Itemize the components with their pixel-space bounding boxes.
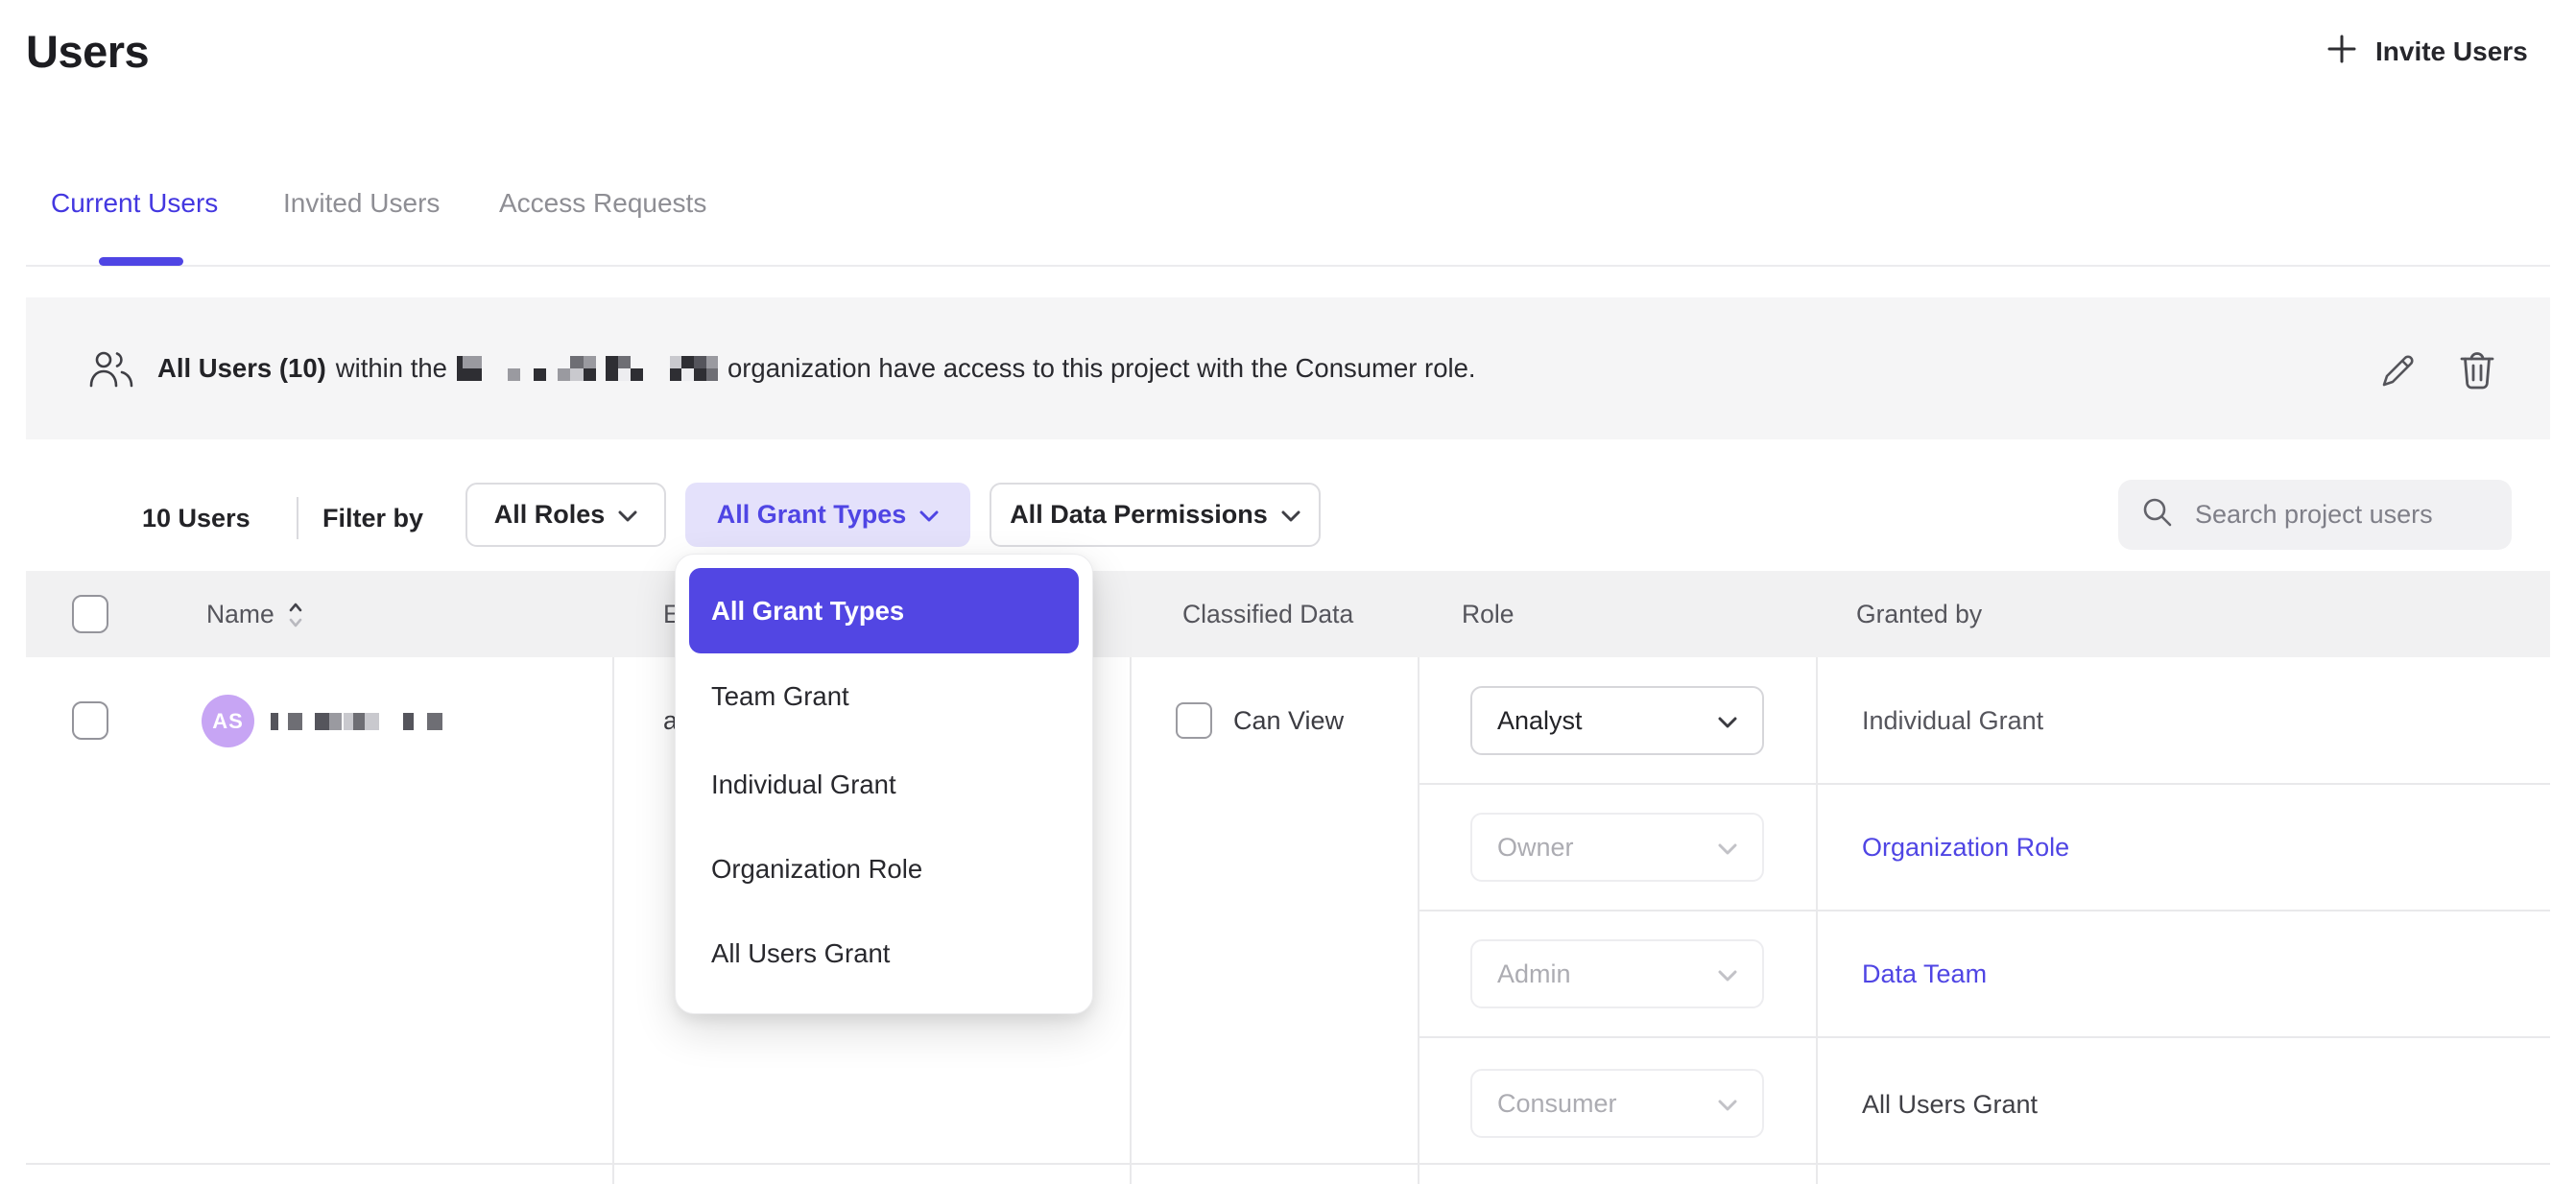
select-all-checkbox[interactable] [72,595,108,633]
column-header-name[interactable]: Name [206,602,274,628]
role-select-value: Owner [1497,833,1574,863]
dropdown-item-all-users-grant[interactable]: All Users Grant [711,938,890,969]
edit-banner-button[interactable] [2377,349,2420,396]
row-divider [26,1163,2550,1165]
people-icon [87,349,135,394]
chevron-down-icon [1718,706,1737,736]
grant-row-divider [1418,783,2550,785]
role-select-value: Consumer [1497,1089,1617,1119]
banner-text-after: organization have access to this project… [727,353,1476,384]
search-box [2118,480,2512,550]
row-checkbox[interactable] [72,701,108,740]
all-grant-types-label: All Grant Types [717,500,907,530]
banner-bold-text: All Users (10) [157,353,326,384]
filter-divider [297,497,298,539]
all-data-permissions-label: All Data Permissions [1010,500,1268,530]
chevron-down-icon [919,500,939,530]
chevron-down-icon [1718,833,1737,863]
all-users-banner: All Users (10) within the organization h… [26,297,2550,439]
role-select-consumer: Consumer [1470,1069,1764,1138]
trash-icon [2459,379,2495,395]
invite-users-button[interactable]: Invite Users [2326,33,2528,70]
column-header-classified-data[interactable]: Classified Data [1182,602,1353,628]
redacted-org-name [457,356,718,381]
column-header-role[interactable]: Role [1462,602,1515,628]
chevron-down-icon [618,500,637,530]
search-icon [2141,496,2174,533]
dropdown-item-individual-grant[interactable]: Individual Grant [711,770,896,800]
users-page: Users Invite Users Current Users Invited… [0,0,2576,1184]
active-tab-indicator [99,257,183,266]
granted-by-organization-role-link[interactable]: Organization Role [1862,835,2069,861]
invite-users-label: Invite Users [2375,36,2528,67]
can-view-label: Can View [1233,708,1344,734]
column-divider [1130,657,1132,1184]
tab-current-users[interactable]: Current Users [51,190,218,217]
role-select-value: Analyst [1497,706,1583,736]
pencil-icon [2377,379,2420,395]
grant-row-divider [1418,1036,2550,1038]
role-select-analyst[interactable]: Analyst [1470,686,1764,755]
column-divider [1418,657,1419,1184]
dropdown-item-team-grant[interactable]: Team Grant [711,681,849,712]
role-select-value: Admin [1497,959,1571,989]
chevron-down-icon [1718,959,1737,989]
grant-types-dropdown-menu: All Grant Types Team Grant Individual Gr… [675,554,1093,1014]
all-data-permissions-filter[interactable]: All Data Permissions [990,483,1321,547]
all-roles-filter[interactable]: All Roles [465,483,666,547]
dropdown-item-organization-role[interactable]: Organization Role [711,854,922,885]
granted-by-data-team-link[interactable]: Data Team [1862,961,1987,987]
delete-banner-button[interactable] [2459,349,2495,396]
granted-by-individual-grant: Individual Grant [1862,708,2043,734]
grant-row-divider [1418,910,2550,912]
plus-icon [2326,33,2358,70]
dropdown-item-label: All Grant Types [711,596,904,627]
banner-text: All Users (10) within the organization h… [157,297,1476,439]
avatar: AS [202,695,254,747]
tabs-divider [26,265,2550,267]
page-title: Users [26,29,149,74]
banner-text-before: within the [336,353,447,384]
column-divider [612,657,614,1184]
role-select-owner: Owner [1470,813,1764,882]
dropdown-item-all-grant-types[interactable]: All Grant Types [689,568,1079,653]
chevron-down-icon [1281,500,1300,530]
granted-by-all-users-grant: All Users Grant [1862,1092,2038,1118]
redacted-user-name [271,713,442,730]
can-view-checkbox[interactable] [1176,702,1212,739]
sort-icon[interactable] [288,601,303,634]
role-select-admin: Admin [1470,939,1764,1008]
all-grant-types-filter[interactable]: All Grant Types [685,483,970,547]
filter-by-label: Filter by [322,506,423,532]
chevron-down-icon [1718,1089,1737,1119]
tab-invited-users[interactable]: Invited Users [283,190,440,217]
user-count: 10 Users [142,506,250,532]
search-project-users-input[interactable] [2193,499,2504,531]
column-divider [1816,657,1818,1184]
avatar-initials: AS [212,709,244,734]
all-roles-label: All Roles [494,500,606,530]
column-header-granted-by[interactable]: Granted by [1856,602,1982,628]
tab-access-requests[interactable]: Access Requests [499,190,706,217]
